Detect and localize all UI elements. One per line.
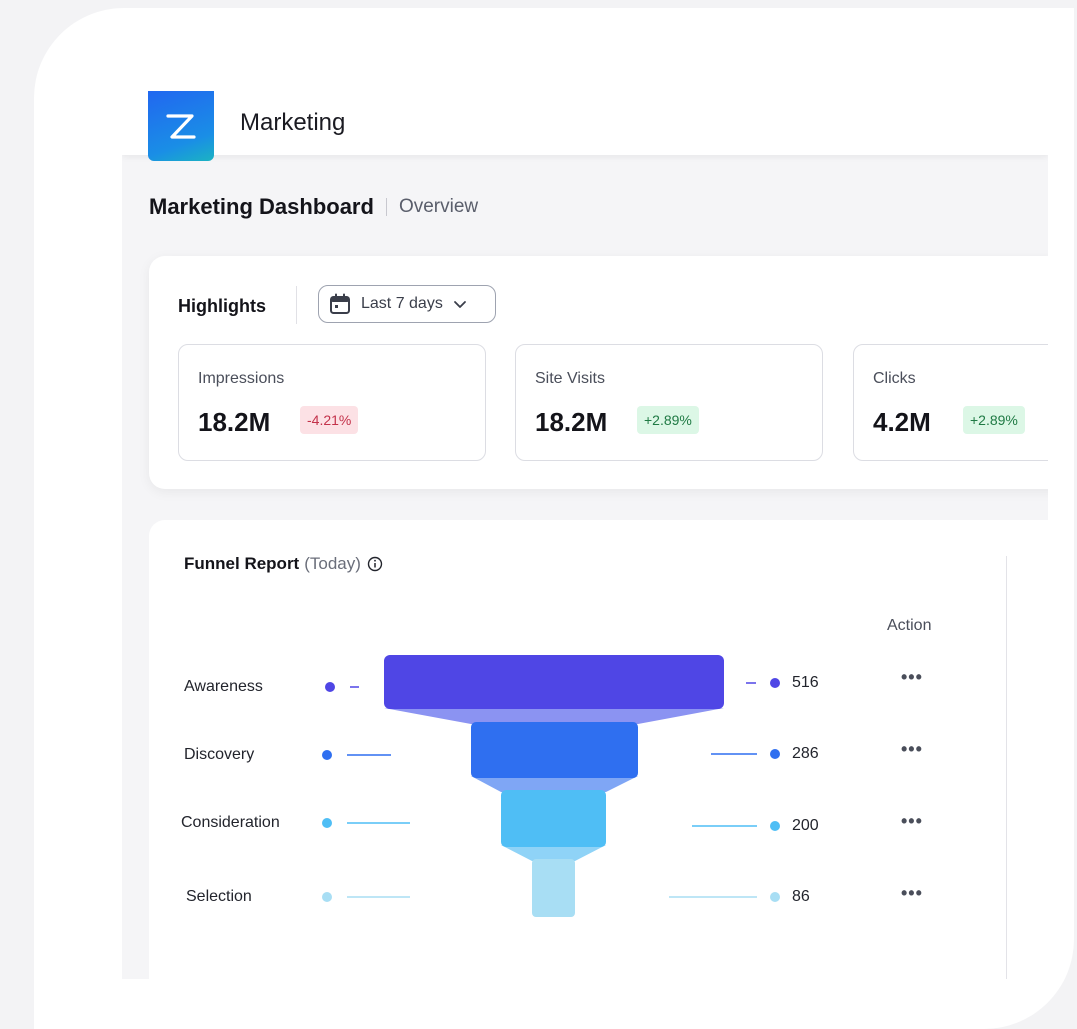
metric-change-badge: +2.89% <box>963 406 1025 434</box>
page-subtitle: Overview <box>398 196 479 217</box>
highlights-divider <box>296 286 297 324</box>
app-window: Marketing Marketing Dashboard Overview H… <box>122 91 1048 979</box>
metric-label: Site Visits <box>535 370 605 387</box>
highlights-panel: Highlights Last 7 days Impressions 18.2M <box>149 256 1048 489</box>
more-actions-button[interactable]: ••• <box>901 883 923 904</box>
calendar-icon <box>330 293 350 314</box>
date-range-select[interactable]: Last 7 days <box>318 285 496 323</box>
funnel-bar-awareness[interactable] <box>384 655 724 709</box>
date-range-value: Last 7 days <box>361 295 443 312</box>
page-title: Marketing Dashboard <box>149 194 374 219</box>
stage-label-consideration: Consideration <box>181 814 280 831</box>
stage-dot <box>770 821 780 831</box>
funnel-connector <box>501 845 606 861</box>
page-heading: Marketing Dashboard Overview <box>149 194 478 220</box>
stage-dot <box>325 682 335 692</box>
funnel-bar-discovery[interactable] <box>471 722 638 778</box>
stage-value-consideration: 200 <box>792 817 819 834</box>
app-logo[interactable] <box>148 91 214 161</box>
more-actions-button[interactable]: ••• <box>901 811 923 832</box>
metric-label: Clicks <box>873 370 916 387</box>
funnel-bar-consideration[interactable] <box>501 790 606 847</box>
funnel-report-panel: Funnel Report (Today) Action Awareness D… <box>149 520 1048 979</box>
stage-dot <box>322 892 332 902</box>
metric-value: 18.2M <box>198 407 271 437</box>
stage-dot <box>770 678 780 688</box>
funnel-connector <box>471 776 638 792</box>
stage-value-discovery: 286 <box>792 745 819 762</box>
metric-label: Impressions <box>198 370 285 387</box>
stage-dot <box>322 750 332 760</box>
stage-label-discovery: Discovery <box>184 746 255 763</box>
metric-value: 4.2M <box>873 407 931 437</box>
stage-dot <box>770 749 780 759</box>
metric-card-impressions[interactable]: Impressions 18.2M -4.21% <box>178 344 486 461</box>
more-actions-button[interactable]: ••• <box>901 739 923 760</box>
stage-dot <box>770 892 780 902</box>
metric-change-badge: +2.89% <box>637 406 699 434</box>
highlights-label: Highlights <box>178 296 266 316</box>
top-bar: Marketing <box>122 91 1048 161</box>
metric-card-site-visits[interactable]: Site Visits 18.2M +2.89% <box>515 344 823 461</box>
funnel-bar-selection[interactable] <box>532 859 575 917</box>
title-divider <box>385 198 387 216</box>
stage-label-awareness: Awareness <box>184 678 263 695</box>
card-frame: Marketing Marketing Dashboard Overview H… <box>34 8 1074 1029</box>
funnel-connector <box>384 708 724 724</box>
zoho-logo-icon <box>166 114 196 139</box>
chevron-down-icon <box>453 301 466 308</box>
more-actions-button[interactable]: ••• <box>901 667 923 688</box>
app-title: Marketing <box>240 109 346 136</box>
metric-value: 18.2M <box>535 407 608 437</box>
metric-card-clicks[interactable]: Clicks 4.2M +2.89% <box>853 344 1048 461</box>
metric-change-badge: -4.21% <box>300 406 359 434</box>
stage-dot <box>322 818 332 828</box>
stage-value-selection: 86 <box>792 888 810 905</box>
stage-value-awareness: 516 <box>792 674 819 691</box>
stage-label-selection: Selection <box>186 888 252 905</box>
